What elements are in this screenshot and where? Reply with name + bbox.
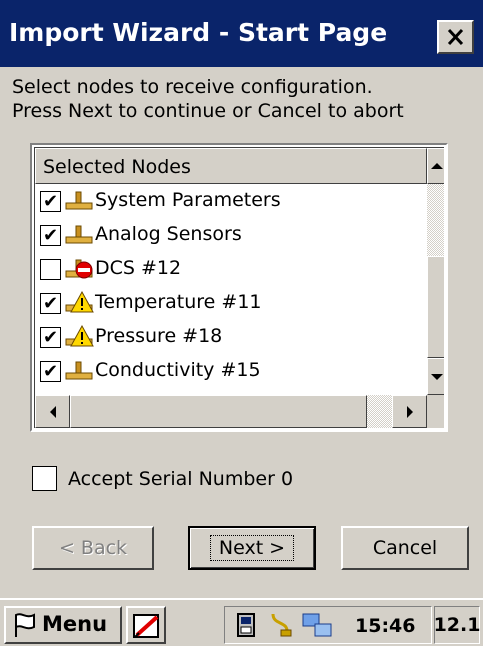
scroll-down-arrow-icon [431, 373, 443, 380]
power-plug-icon[interactable] [269, 612, 293, 638]
next-button-label: Next > [209, 535, 295, 561]
start-flag-icon [15, 613, 35, 637]
notepad-pencil-icon [133, 614, 159, 638]
window-title: Import Wizard - Start Page [9, 18, 388, 47]
title-bar: Import Wizard - Start Page [0, 0, 483, 67]
back-button[interactable]: < Back [32, 526, 154, 570]
input-panel-label: 12.1 [433, 614, 481, 636]
list-item[interactable]: ✔ Conductivity #15 [35, 354, 427, 388]
scroll-track-upper[interactable] [427, 184, 444, 256]
scrollbar-corner [427, 395, 444, 428]
scroll-right-button[interactable] [392, 395, 427, 428]
hscroll-thumb[interactable] [70, 395, 367, 428]
scroll-right-arrow-icon [406, 405, 413, 418]
node-list: Selected Nodes ✔ System Parameters ✔ Ana… [30, 143, 448, 432]
horizontal-scrollbar[interactable] [35, 395, 444, 428]
list-item[interactable]: ✔ Pressure #18 [35, 320, 427, 354]
cancel-button[interactable]: Cancel [341, 526, 469, 570]
instruction-line-1: Select nodes to receive configuration. [12, 76, 373, 98]
keyboard-device-icon[interactable] [235, 612, 257, 638]
node-label: Conductivity #15 [95, 359, 261, 381]
node-icon [65, 191, 93, 210]
cancel-button-label: Cancel [372, 537, 438, 559]
vertical-scrollbar[interactable] [427, 148, 444, 395]
node-label: Pressure #18 [95, 325, 223, 347]
accept-serial-checkbox[interactable] [32, 466, 57, 491]
close-button[interactable] [437, 20, 474, 54]
taskbar: Menu 15:46 12.1 [0, 598, 483, 646]
scroll-up-button[interactable] [427, 148, 444, 184]
start-menu-button[interactable]: Menu [4, 606, 122, 644]
scroll-thumb[interactable] [427, 256, 444, 358]
import-wizard-window: Import Wizard - Start Page Select nodes … [0, 0, 483, 598]
system-tray: 15:46 [224, 606, 432, 644]
node-warning-icon [65, 291, 94, 313]
network-connection-icon[interactable] [301, 612, 335, 638]
list-header-selected-nodes[interactable]: Selected Nodes [35, 148, 427, 184]
node-label: DCS #12 [95, 257, 182, 279]
node-checkbox[interactable]: ✔ [40, 191, 61, 212]
list-item[interactable]: ✔ Analog Sensors [35, 218, 427, 252]
taskbar-app-button[interactable] [126, 606, 166, 644]
scroll-left-button[interactable] [35, 395, 70, 428]
list-header-label: Selected Nodes [43, 156, 191, 178]
list-item[interactable]: ✔ System Parameters [35, 184, 427, 218]
menu-label: Menu [42, 612, 108, 636]
list-item[interactable]: ✔ Temperature #11 [35, 286, 427, 320]
node-rows: ✔ System Parameters ✔ Analog Sensors DCS… [35, 184, 427, 388]
node-checkbox[interactable]: ✔ [40, 225, 61, 246]
input-panel-button[interactable]: 12.1 [434, 606, 480, 644]
accept-serial-label: Accept Serial Number 0 [68, 468, 294, 490]
node-label: System Parameters [95, 189, 281, 211]
taskbar-clock[interactable]: 15:46 [355, 615, 415, 637]
list-item[interactable]: DCS #12 [35, 252, 427, 286]
node-checkbox[interactable] [40, 259, 61, 280]
node-checkbox[interactable]: ✔ [40, 327, 61, 348]
scroll-down-button[interactable] [427, 358, 444, 395]
node-label: Temperature #11 [95, 291, 262, 313]
node-checkbox[interactable]: ✔ [40, 361, 61, 382]
node-icon [65, 361, 93, 380]
node-icon [65, 225, 93, 244]
instruction-line-2: Press Next to continue or Cancel to abor… [12, 100, 404, 122]
node-label: Analog Sensors [95, 223, 242, 245]
next-button[interactable]: Next > [188, 526, 316, 570]
scroll-left-arrow-icon [49, 405, 56, 418]
node-error-icon [65, 259, 93, 279]
node-warning-icon [65, 325, 94, 347]
close-icon [447, 28, 464, 46]
hscroll-track[interactable] [367, 395, 392, 428]
back-button-label: < Back [58, 537, 128, 559]
scroll-up-arrow-icon [431, 163, 443, 169]
node-checkbox[interactable]: ✔ [40, 293, 61, 314]
